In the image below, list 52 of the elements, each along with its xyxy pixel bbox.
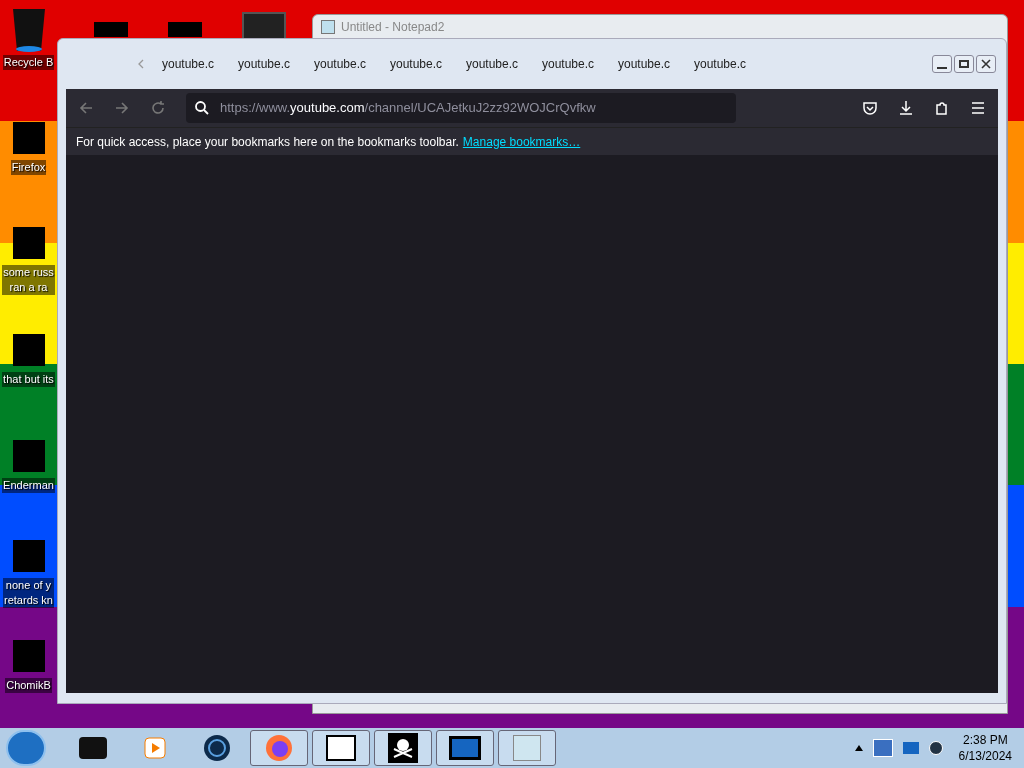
icon-label: none of y retards kn [3, 578, 54, 608]
bookmarks-hint: For quick access, place your bookmarks here on the bookmarks toolbar. [76, 133, 459, 151]
censored-icon[interactable] [12, 227, 45, 259]
download-icon[interactable] [898, 100, 914, 116]
up-triangle-icon[interactable] [854, 745, 863, 751]
icon-label: Enderman [2, 478, 55, 493]
puzzle-icon[interactable] [934, 100, 950, 116]
address-bar[interactable]: https://www.youtube.com/channel/UCAJetkuJ2zz92WOJCrQvfkw [186, 93, 736, 123]
browser-tab[interactable]: youtube.c [466, 55, 542, 73]
icon-label: ChomikB [5, 678, 52, 693]
notepad-icon [513, 735, 541, 761]
icon-label: Firefox [10, 160, 47, 175]
browser-tab[interactable]: youtube.c [162, 55, 238, 73]
close-button[interactable] [976, 55, 996, 73]
search-icon [194, 100, 210, 116]
network-icon[interactable] [872, 739, 893, 757]
skull-icon [388, 733, 418, 763]
browser-tab[interactable]: youtube.c [542, 55, 618, 73]
play-icon [143, 736, 167, 760]
censored-icon[interactable] [12, 122, 45, 154]
start-button[interactable] [6, 730, 46, 766]
browser-tab[interactable]: youtube.c [314, 55, 390, 73]
forward-icon[interactable] [114, 100, 130, 116]
icon-label: some russ ran a ra [2, 265, 55, 295]
browser-tab[interactable]: youtube.c [238, 55, 314, 73]
back-icon[interactable] [78, 100, 94, 116]
clock[interactable]: 2:38 PM 6/13/2024 [952, 732, 1018, 764]
censored-icon[interactable] [12, 334, 45, 366]
monitor-icon[interactable] [902, 742, 919, 754]
browser-tab[interactable]: youtube.c [618, 55, 694, 73]
taskbar-button[interactable] [312, 730, 370, 766]
archive-icon [326, 735, 356, 761]
reload-icon[interactable] [150, 100, 166, 116]
browser-tab[interactable]: youtube.c [390, 55, 466, 73]
browser-tab[interactable]: youtube.c [694, 55, 770, 73]
manage-bookmarks-link[interactable]: Manage bookmarks… [462, 132, 581, 151]
monitor-icon [449, 736, 481, 760]
taskbar-button[interactable] [374, 730, 432, 766]
fox-globe-icon [265, 734, 293, 762]
notepad-icon [321, 20, 335, 34]
globe-icon [203, 734, 231, 762]
pocket-icon[interactable] [862, 100, 878, 116]
taskbar-button[interactable] [436, 730, 494, 766]
icon-label: Recycle B [2, 55, 55, 70]
maximize-button[interactable] [954, 55, 974, 73]
url-text: https://www.youtube.com/channel/UCAJetkuJ2zz92WOJCrQvfkw [220, 99, 596, 118]
window-title: Untitled - Notepad2 [341, 19, 445, 36]
menu-icon[interactable] [970, 100, 986, 116]
close-icon [981, 59, 991, 69]
icon-label: that but its [2, 372, 55, 387]
speaker-icon[interactable] [928, 741, 943, 755]
minimize-button[interactable] [932, 55, 952, 73]
